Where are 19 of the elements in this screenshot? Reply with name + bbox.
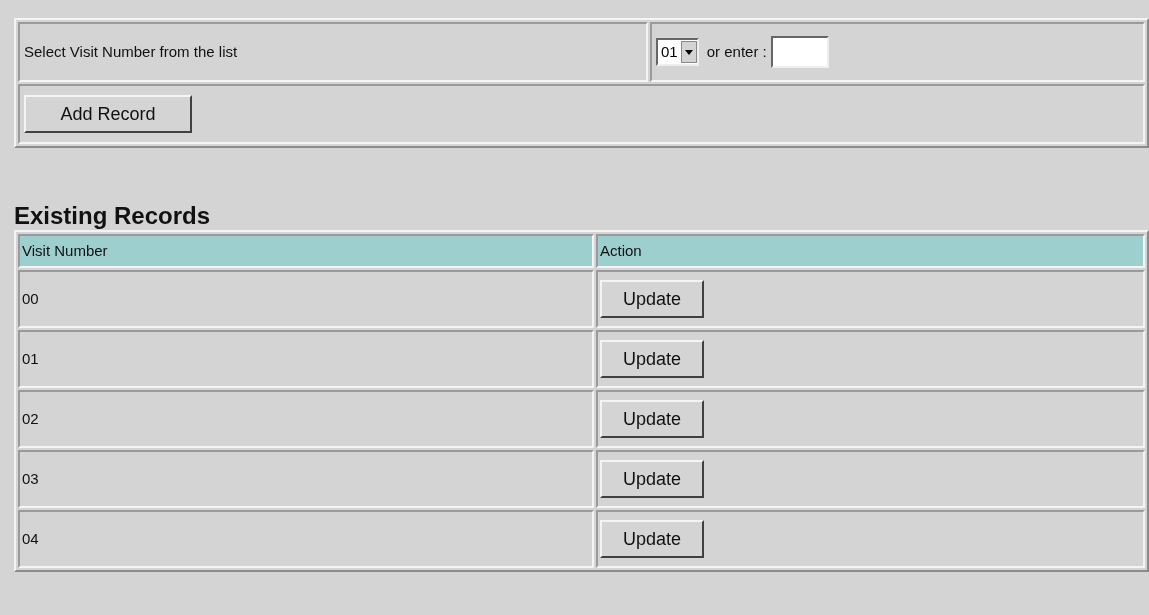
visit-input[interactable] (770, 36, 829, 68)
table-cell: 04 (18, 510, 594, 568)
caret-icon (680, 41, 697, 63)
update-button[interactable]: Update (600, 460, 704, 498)
table-cell: 01 (18, 330, 594, 388)
table-cell: 00 (18, 270, 594, 328)
or-enter-label: or enter : (706, 41, 767, 62)
table-cell: 03 (18, 450, 594, 508)
update-button[interactable]: Update (600, 400, 704, 438)
update-button[interactable]: Update (600, 340, 704, 378)
prompt-label: Select Visit Number from the list (24, 41, 238, 62)
section-heading: Existing Records (14, 202, 212, 230)
add-record-button[interactable]: Add Record (24, 95, 192, 133)
column-header: Action (596, 234, 1145, 268)
column-header: Visit Number (18, 234, 594, 268)
visit-select[interactable]: 01 (656, 38, 699, 66)
table-cell: 02 (18, 390, 594, 448)
update-button[interactable]: Update (600, 520, 704, 558)
update-button[interactable]: Update (600, 280, 704, 318)
